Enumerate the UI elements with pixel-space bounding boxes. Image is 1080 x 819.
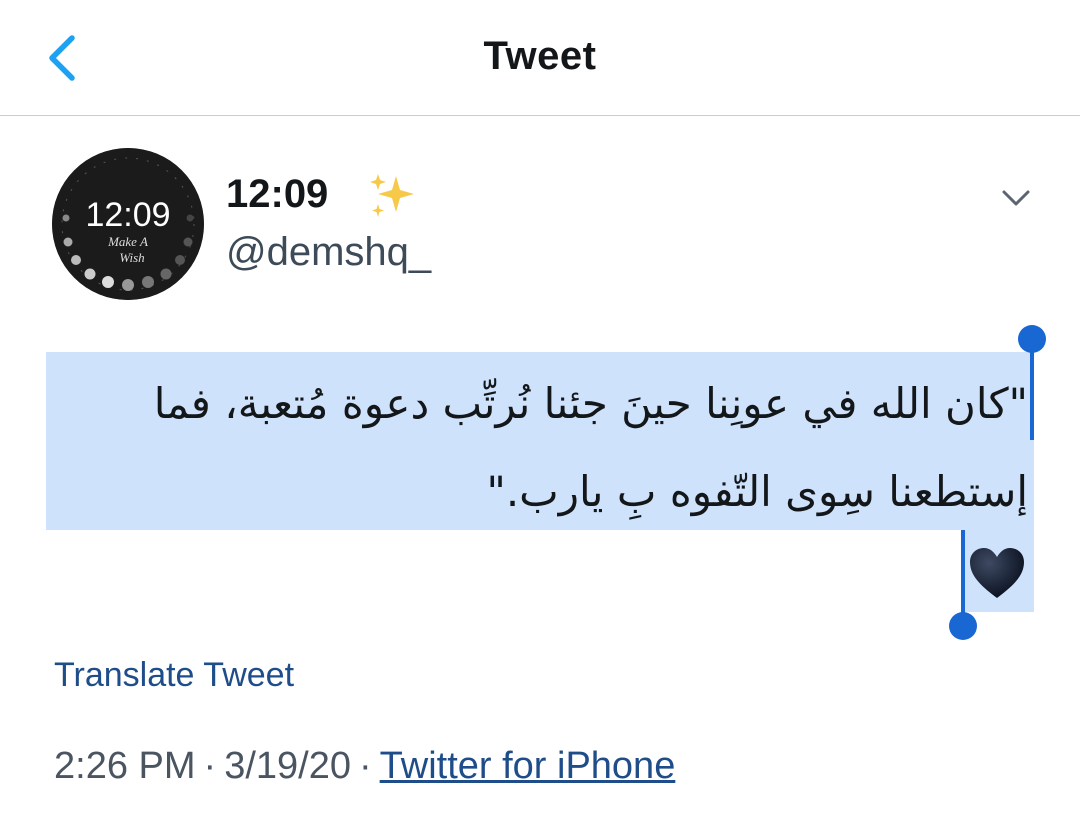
- separator: ·: [358, 745, 372, 787]
- selection-start-handle-knob[interactable]: [1018, 325, 1046, 353]
- chevron-down-icon: [1002, 190, 1030, 206]
- top-bar: Tweet: [0, 0, 1080, 116]
- tweet-source-link[interactable]: Twitter for iPhone: [380, 745, 676, 787]
- tweet-menu-button[interactable]: [996, 178, 1036, 218]
- svg-text:12:09: 12:09: [85, 196, 170, 234]
- separator: ·: [203, 745, 217, 787]
- display-name[interactable]: 12:09: [226, 172, 328, 217]
- svg-text:Wish: Wish: [119, 250, 144, 265]
- tweet-metadata: 2:26 PM · 3/19/20 · Twitter for iPhone: [54, 745, 675, 788]
- page-title: Tweet: [483, 34, 597, 78]
- tweet-text[interactable]: "كان الله في عونِنا حينَ جئنا نُرتِّب دع…: [60, 360, 1028, 536]
- avatar[interactable]: 12:09 Make A Wish: [52, 148, 204, 300]
- selection-start-handle[interactable]: [1030, 340, 1034, 440]
- translate-tweet-link[interactable]: Translate Tweet: [54, 656, 294, 695]
- svg-text:Make A: Make A: [107, 234, 148, 249]
- sparkles-icon: [370, 174, 414, 217]
- black-heart-icon: [970, 548, 1024, 598]
- tweet-date: 3/19/20: [224, 745, 351, 787]
- user-handle[interactable]: @demshq_: [226, 230, 431, 275]
- selection-end-handle-knob[interactable]: [949, 612, 977, 640]
- avatar-image: 12:09 Make A Wish: [52, 148, 204, 300]
- tweet-time: 2:26 PM: [54, 745, 196, 787]
